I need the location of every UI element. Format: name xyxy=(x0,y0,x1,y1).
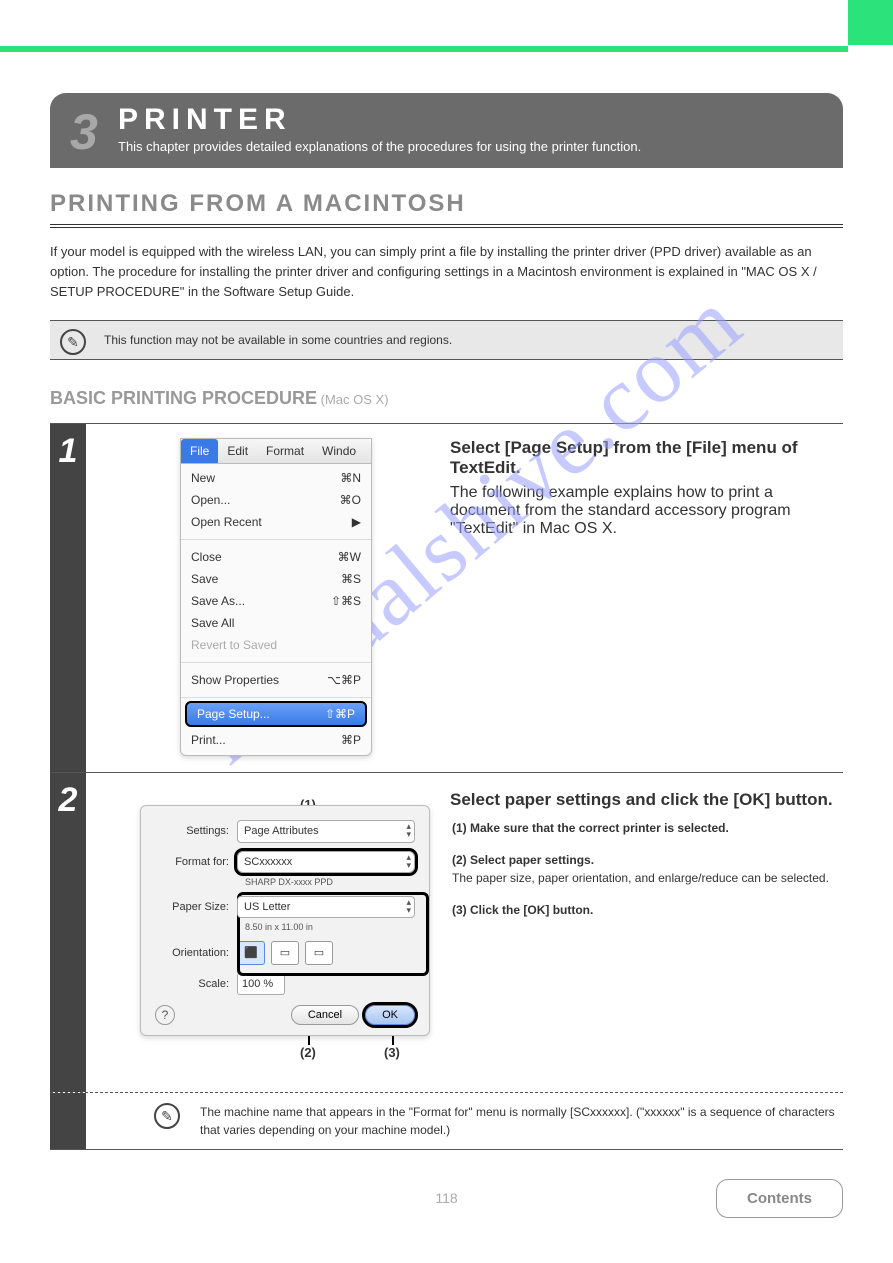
settings-select[interactable]: Page Attributes ▴▾ xyxy=(237,820,415,843)
section-paragraph: If your model is equipped with the wirel… xyxy=(50,242,843,302)
step2-bottom-rule xyxy=(50,1149,843,1150)
menu-close[interactable]: Close⌘W xyxy=(181,546,371,568)
menu-open[interactable]: Open...⌘O xyxy=(181,489,371,511)
menu-print[interactable]: Print...⌘P xyxy=(181,729,371,755)
pencil-icon: ✎ xyxy=(60,329,86,355)
section-rule xyxy=(50,224,843,228)
step1-title: Select [Page Setup] from the [File] menu… xyxy=(450,438,843,478)
step2-note-text: The machine name that appears in the "Fo… xyxy=(200,1105,835,1137)
orientation-label: Orientation: xyxy=(155,945,237,962)
step2-right: Select paper settings and click the [OK]… xyxy=(450,787,843,933)
scale-input[interactable]: 100 % xyxy=(237,973,285,996)
contents-button[interactable]: Contents xyxy=(716,1179,843,1218)
menubar-file[interactable]: File xyxy=(181,439,218,463)
chapter-subtitle: This chapter provides detailed explanati… xyxy=(118,139,641,154)
menu-show-properties[interactable]: Show Properties⌥⌘P xyxy=(181,669,371,691)
menu-new[interactable]: New⌘N xyxy=(181,467,371,489)
orientation-landscape-right[interactable]: ▭ xyxy=(305,941,333,965)
scale-label: Scale: xyxy=(155,976,237,993)
paper-label: Paper Size: xyxy=(155,899,237,916)
green-square xyxy=(848,0,893,45)
callout-3-label: (3) xyxy=(384,1043,400,1063)
paper-subtext: 8.50 in x 11.00 in xyxy=(155,921,415,935)
menubar-window[interactable]: Windo xyxy=(313,439,365,463)
menu-revert: Revert to Saved xyxy=(181,634,371,656)
menu-save-all[interactable]: Save All xyxy=(181,612,371,634)
step2-item-2: (2) Select paper settings. The paper siz… xyxy=(452,851,843,887)
step-2: 2 (1) Settings: Page Attributes ▴▾ Fo xyxy=(50,772,843,1092)
step-number-2: 2 xyxy=(50,773,86,1092)
settings-label: Settings: xyxy=(155,823,237,840)
chapter-number: 3 xyxy=(70,103,98,161)
paper-select[interactable]: US Letter ▴▾ xyxy=(237,896,415,919)
step2-item-1: (1) Make sure that the correct printer i… xyxy=(452,819,843,837)
topbar xyxy=(0,0,893,55)
subsection-heading: BASIC PRINTING PROCEDURE (Mac OS X) xyxy=(50,388,843,409)
ok-button[interactable]: OK xyxy=(365,1005,415,1025)
format-select[interactable]: SCxxxxxx ▴▾ xyxy=(237,851,415,874)
updown-icon: ▴▾ xyxy=(406,898,411,914)
note-text: This function may not be available in so… xyxy=(104,333,452,347)
step-number-2-cont xyxy=(50,1093,86,1149)
format-label: Format for: xyxy=(155,854,237,871)
step1-right: Select [Page Setup] from the [File] menu… xyxy=(450,438,843,538)
step1-desc: The following example explains how to pr… xyxy=(450,484,843,538)
orientation-portrait[interactable]: ⬛ xyxy=(237,941,265,965)
menu-save-as[interactable]: Save As...⇧⌘S xyxy=(181,590,371,612)
mac-file-menu[interactable]: File Edit Format Windo New⌘N Open...⌘O O… xyxy=(180,438,372,756)
menubar-edit[interactable]: Edit xyxy=(218,439,257,463)
orientation-landscape-left[interactable]: ▭ xyxy=(271,941,299,965)
pencil-icon: ✎ xyxy=(154,1103,180,1129)
menubar-format[interactable]: Format xyxy=(257,439,313,463)
menu-save[interactable]: Save⌘S xyxy=(181,568,371,590)
section-heading: PRINTING FROM A MACINTOSH xyxy=(50,190,843,218)
page-setup-dialog: Settings: Page Attributes ▴▾ Format for:… xyxy=(140,805,430,1036)
step2-item-3: (3) Click the [OK] button. xyxy=(452,901,843,919)
green-line xyxy=(0,46,848,52)
menu-page-setup[interactable]: Page Setup...⇧⌘P xyxy=(185,701,367,727)
updown-icon: ▴▾ xyxy=(406,822,411,838)
note-box: ✎ This function may not be available in … xyxy=(50,320,843,360)
help-button[interactable]: ? xyxy=(155,1005,175,1025)
menubar[interactable]: File Edit Format Windo xyxy=(181,439,371,464)
chapter-title: PRINTER xyxy=(118,103,292,137)
cancel-button[interactable]: Cancel xyxy=(291,1005,359,1025)
callout-2-label: (2) xyxy=(300,1043,316,1063)
updown-icon: ▴▾ xyxy=(406,853,411,869)
step-1: 1 File Edit Format Windo New⌘N Open...⌘O… xyxy=(50,423,843,772)
step-2-note: ✎ The machine name that appears in the "… xyxy=(50,1092,843,1149)
menu-open-recent[interactable]: Open Recent▶ xyxy=(181,511,371,533)
chapter-header: 3 PRINTER This chapter provides detailed… xyxy=(50,93,843,168)
step2-title: Select paper settings and click the [OK]… xyxy=(450,787,843,813)
format-subtext: SHARP DX-xxxx PPD xyxy=(155,876,415,890)
step-number-1: 1 xyxy=(50,424,86,772)
